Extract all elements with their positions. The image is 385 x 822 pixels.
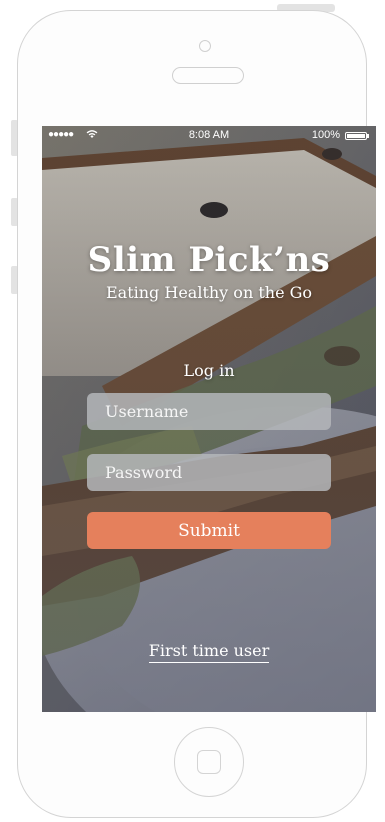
status-bar: ●●●●● 8:08 AM 100% bbox=[42, 126, 376, 144]
app-screen: ●●●●● 8:08 AM 100% Slim Pick’ns Eating H… bbox=[42, 126, 376, 712]
login-heading: Log in bbox=[183, 361, 235, 380]
first-time-user-link[interactable]: First time user bbox=[148, 641, 270, 663]
battery-percentage: 100% bbox=[311, 129, 340, 141]
home-button-icon bbox=[197, 750, 221, 774]
earpiece-speaker bbox=[172, 67, 244, 84]
submit-button[interactable]: Submit bbox=[87, 512, 331, 549]
front-camera bbox=[199, 40, 211, 52]
battery-icon bbox=[345, 132, 369, 140]
first-time-user-container: First time user bbox=[42, 641, 376, 663]
password-input[interactable] bbox=[87, 454, 331, 491]
username-input[interactable] bbox=[87, 393, 331, 430]
app-tagline: Eating Healthy on the Go bbox=[105, 283, 313, 302]
app-title: Slim Pick’ns bbox=[87, 240, 331, 280]
